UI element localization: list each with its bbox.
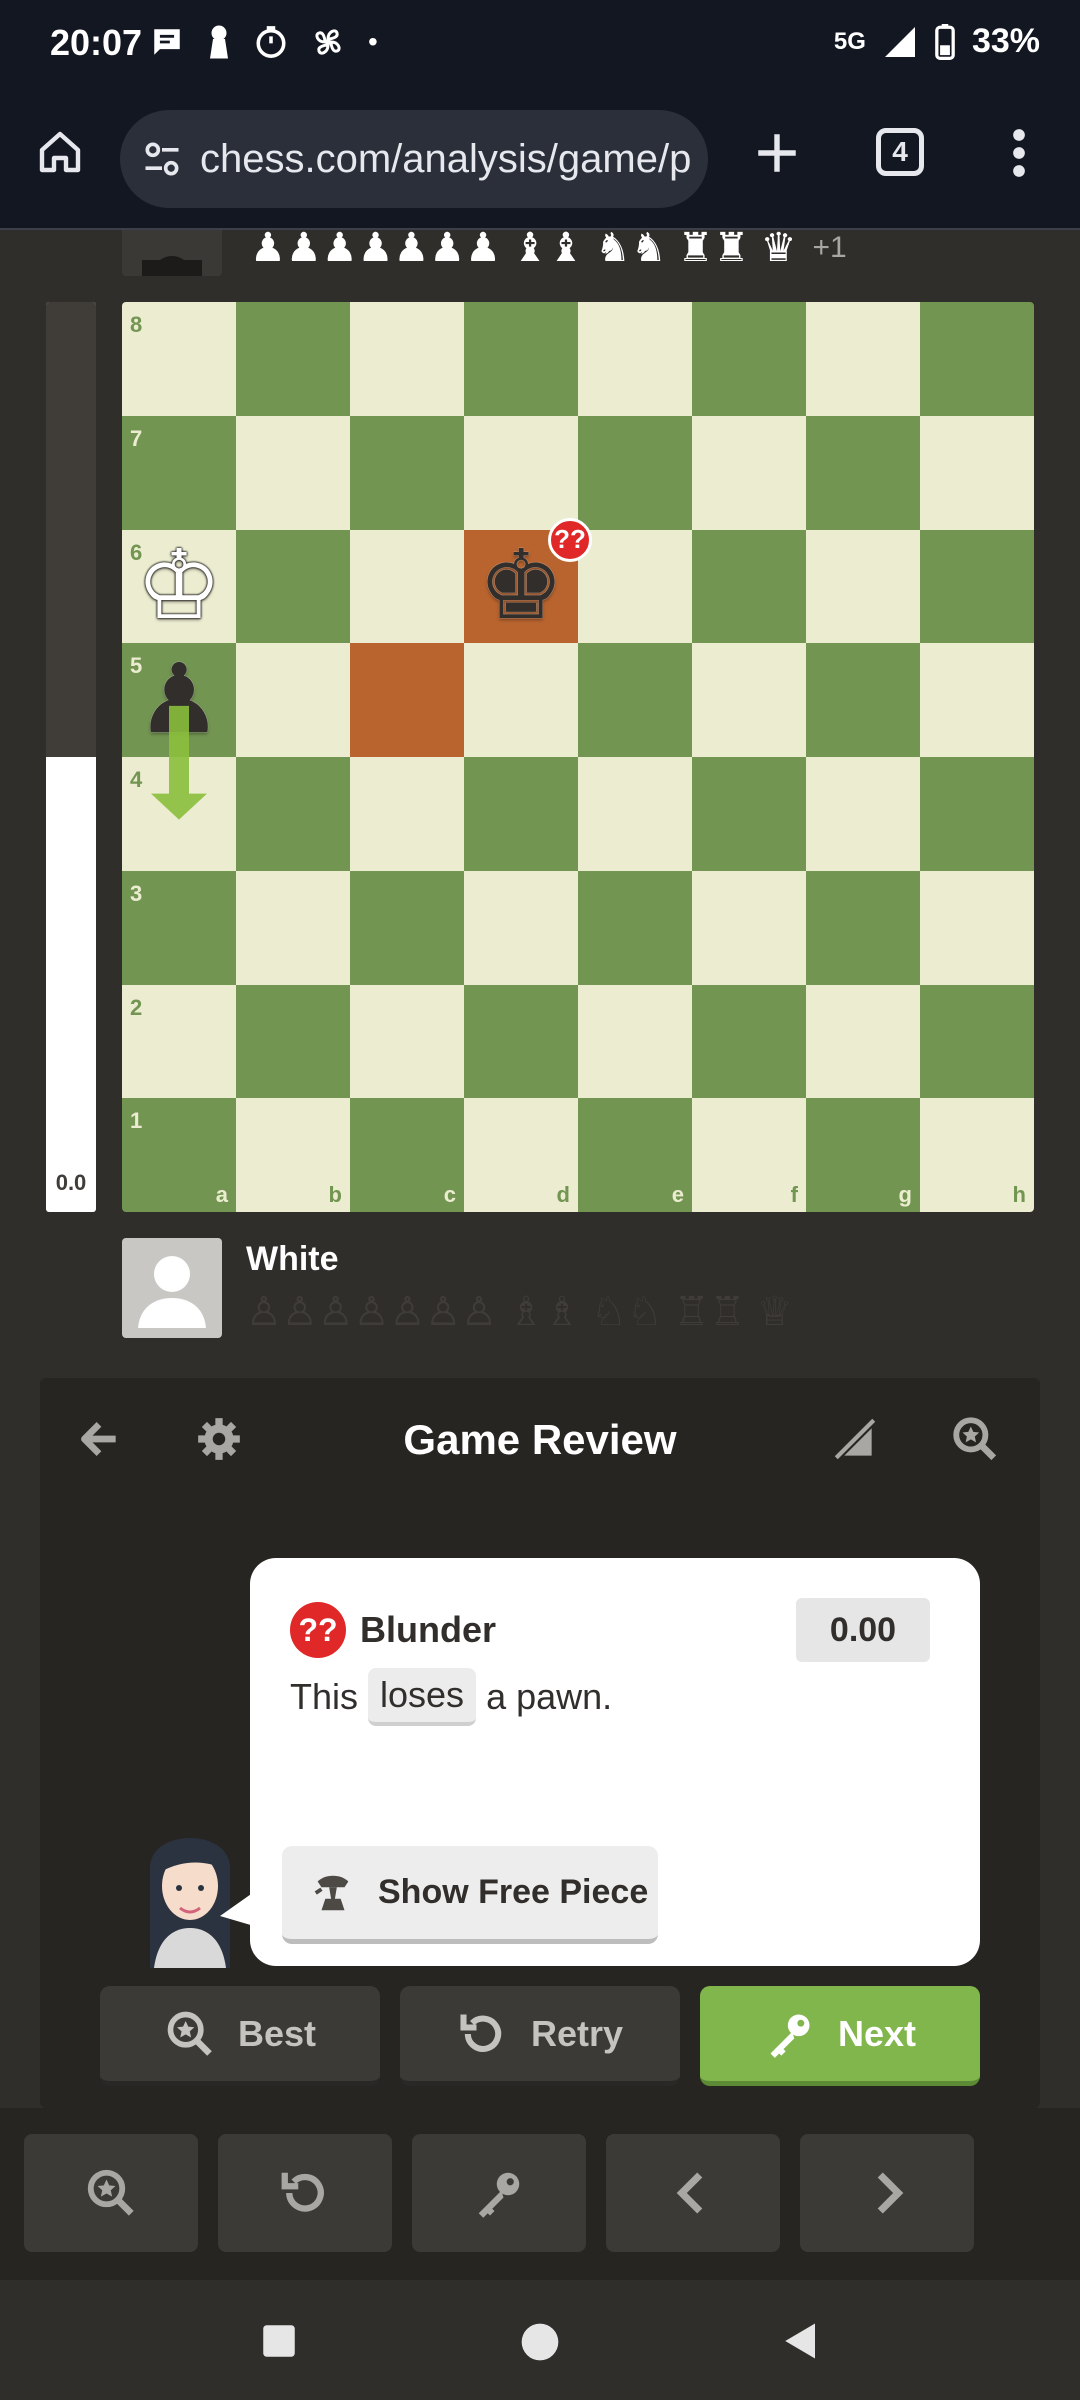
captured-pieces-top: ♟♟♟♟♟♟♟ ♝♝ ♞♞ ♜♜ ♛ +1 <box>250 228 847 268</box>
review-title: Game Review <box>403 1416 677 1463</box>
home-icon[interactable] <box>36 128 84 176</box>
move-arrow <box>151 705 207 820</box>
coach-avatar-icon <box>150 1838 230 1968</box>
review-header: Game Review <box>40 1378 1040 1496</box>
eval-value: 0.0 <box>55 1170 87 1195</box>
loses-keyword-chip[interactable]: loses <box>368 1668 477 1726</box>
sound-off-icon[interactable] <box>830 1414 880 1464</box>
recents-square-icon[interactable] <box>258 2320 300 2362</box>
move-classification: ?? Blunder <box>290 1602 496 1658</box>
game-review-panel: Game Review ?? Blunder 0.00 This loses a… <box>40 1378 1040 2108</box>
keyhole-icon <box>210 25 228 59</box>
speech-bubble-tail <box>220 1892 254 1926</box>
url-text: chess.com/analysis/game/p <box>200 136 692 181</box>
show-free-piece-label: Show Free Piece <box>378 1873 649 1911</box>
description-text-end: a pawn. <box>486 1676 613 1717</box>
retry-icon <box>460 2014 502 2052</box>
previous-move-button[interactable] <box>606 2134 780 2252</box>
status-bar: 20:07 • 5G 33% <box>0 0 1080 88</box>
best-label: Best <box>237 2012 317 2054</box>
eval-bar-black-portion <box>46 302 96 757</box>
move-description: This loses a pawn. <box>290 1668 612 1726</box>
description-text-start: This <box>290 1676 359 1717</box>
retry-nav-button[interactable] <box>218 2134 392 2252</box>
timer-icon <box>256 26 286 58</box>
classification-label: Blunder <box>360 1609 497 1650</box>
bottom-player-avatar[interactable] <box>122 1238 222 1338</box>
move-eval-score: 0.00 <box>796 1598 930 1662</box>
key-icon <box>770 2014 810 2058</box>
network-type: 5G <box>833 27 866 55</box>
fan-icon <box>315 29 341 55</box>
show-free-piece-button[interactable]: Show Free Piece <box>282 1846 658 1944</box>
browser-toolbar: chess.com/analysis/game/p 4 <box>0 88 1080 230</box>
bottom-controls <box>0 2108 1080 2280</box>
android-navigation-bar <box>0 2280 1080 2400</box>
retry-button[interactable]: Retry <box>400 1986 680 2086</box>
pawn-hint-icon <box>314 1875 349 1910</box>
captured-pieces-list: ♙♙♙♙♙♙♙ ♗♗ ♘♘ ♖♖ ♕ <box>246 1290 793 1334</box>
coach-speech-bubble: ?? Blunder 0.00 This loses a pawn. Show … <box>220 1558 980 1966</box>
message-icon <box>154 29 180 55</box>
bottom-player-name: White <box>246 1240 339 1278</box>
captured-pieces-bottom: ♙♙♙♙♙♙♙ ♗♗ ♘♘ ♖♖ ♕ <box>246 1292 792 1332</box>
tab-switcher-button[interactable]: 4 <box>876 128 924 176</box>
home-circle-icon[interactable] <box>518 2320 562 2364</box>
retry-label: Retry <box>530 2012 624 2054</box>
key-move-nav-button[interactable] <box>412 2134 586 2252</box>
search-star-icon <box>87 2169 134 2216</box>
battery-percent: 33% <box>971 22 1040 60</box>
more-menu-icon[interactable] <box>1004 126 1034 180</box>
best-move-nav-button[interactable] <box>24 2134 198 2252</box>
blunder-icon: ?? <box>290 1602 346 1658</box>
black-pawn-avatar-icon <box>142 256 202 276</box>
back-triangle-icon[interactable] <box>780 2320 822 2362</box>
chevron-left-icon <box>676 2172 703 2214</box>
chevron-right-icon <box>877 2172 904 2214</box>
next-button[interactable]: Next <box>700 1986 980 2086</box>
evaluation-bar: 0.0 <box>46 302 96 1212</box>
captured-pieces-list: ♟♟♟♟♟♟♟ ♝♝ ♞♞ ♜♜ ♛ <box>250 226 797 270</box>
battery-icon <box>935 23 955 60</box>
analysis-search-icon[interactable] <box>950 1414 1000 1464</box>
more-notifications-dot: • <box>368 26 378 57</box>
address-bar[interactable]: chess.com/analysis/game/p <box>120 110 708 208</box>
best-search-icon <box>167 2011 212 2056</box>
system-indicators: 5G 33% <box>834 22 1040 61</box>
retry-icon <box>281 2172 324 2212</box>
best-move-button[interactable]: Best <box>100 1986 380 2086</box>
material-advantage: +1 <box>812 231 847 264</box>
new-tab-icon[interactable] <box>752 128 802 178</box>
next-label: Next <box>837 2012 917 2054</box>
site-settings-icon[interactable] <box>140 137 184 181</box>
status-time: 20:07 <box>50 22 143 63</box>
key-icon <box>478 2172 520 2218</box>
chess-board[interactable]: 8 7 6 5 4 3 2 1 a b c d e f g h ♔ ♚ ♟?? <box>122 302 1034 1212</box>
signal-icon <box>884 26 915 57</box>
notification-icons: • <box>150 24 378 60</box>
next-move-button[interactable] <box>800 2134 974 2252</box>
top-player-avatar[interactable] <box>122 230 222 276</box>
screen: 20:07 • 5G 33% chess.com/analysis/game/p… <box>0 0 1080 2400</box>
arrow-shape <box>151 705 207 820</box>
user-avatar-icon <box>138 1256 206 1328</box>
